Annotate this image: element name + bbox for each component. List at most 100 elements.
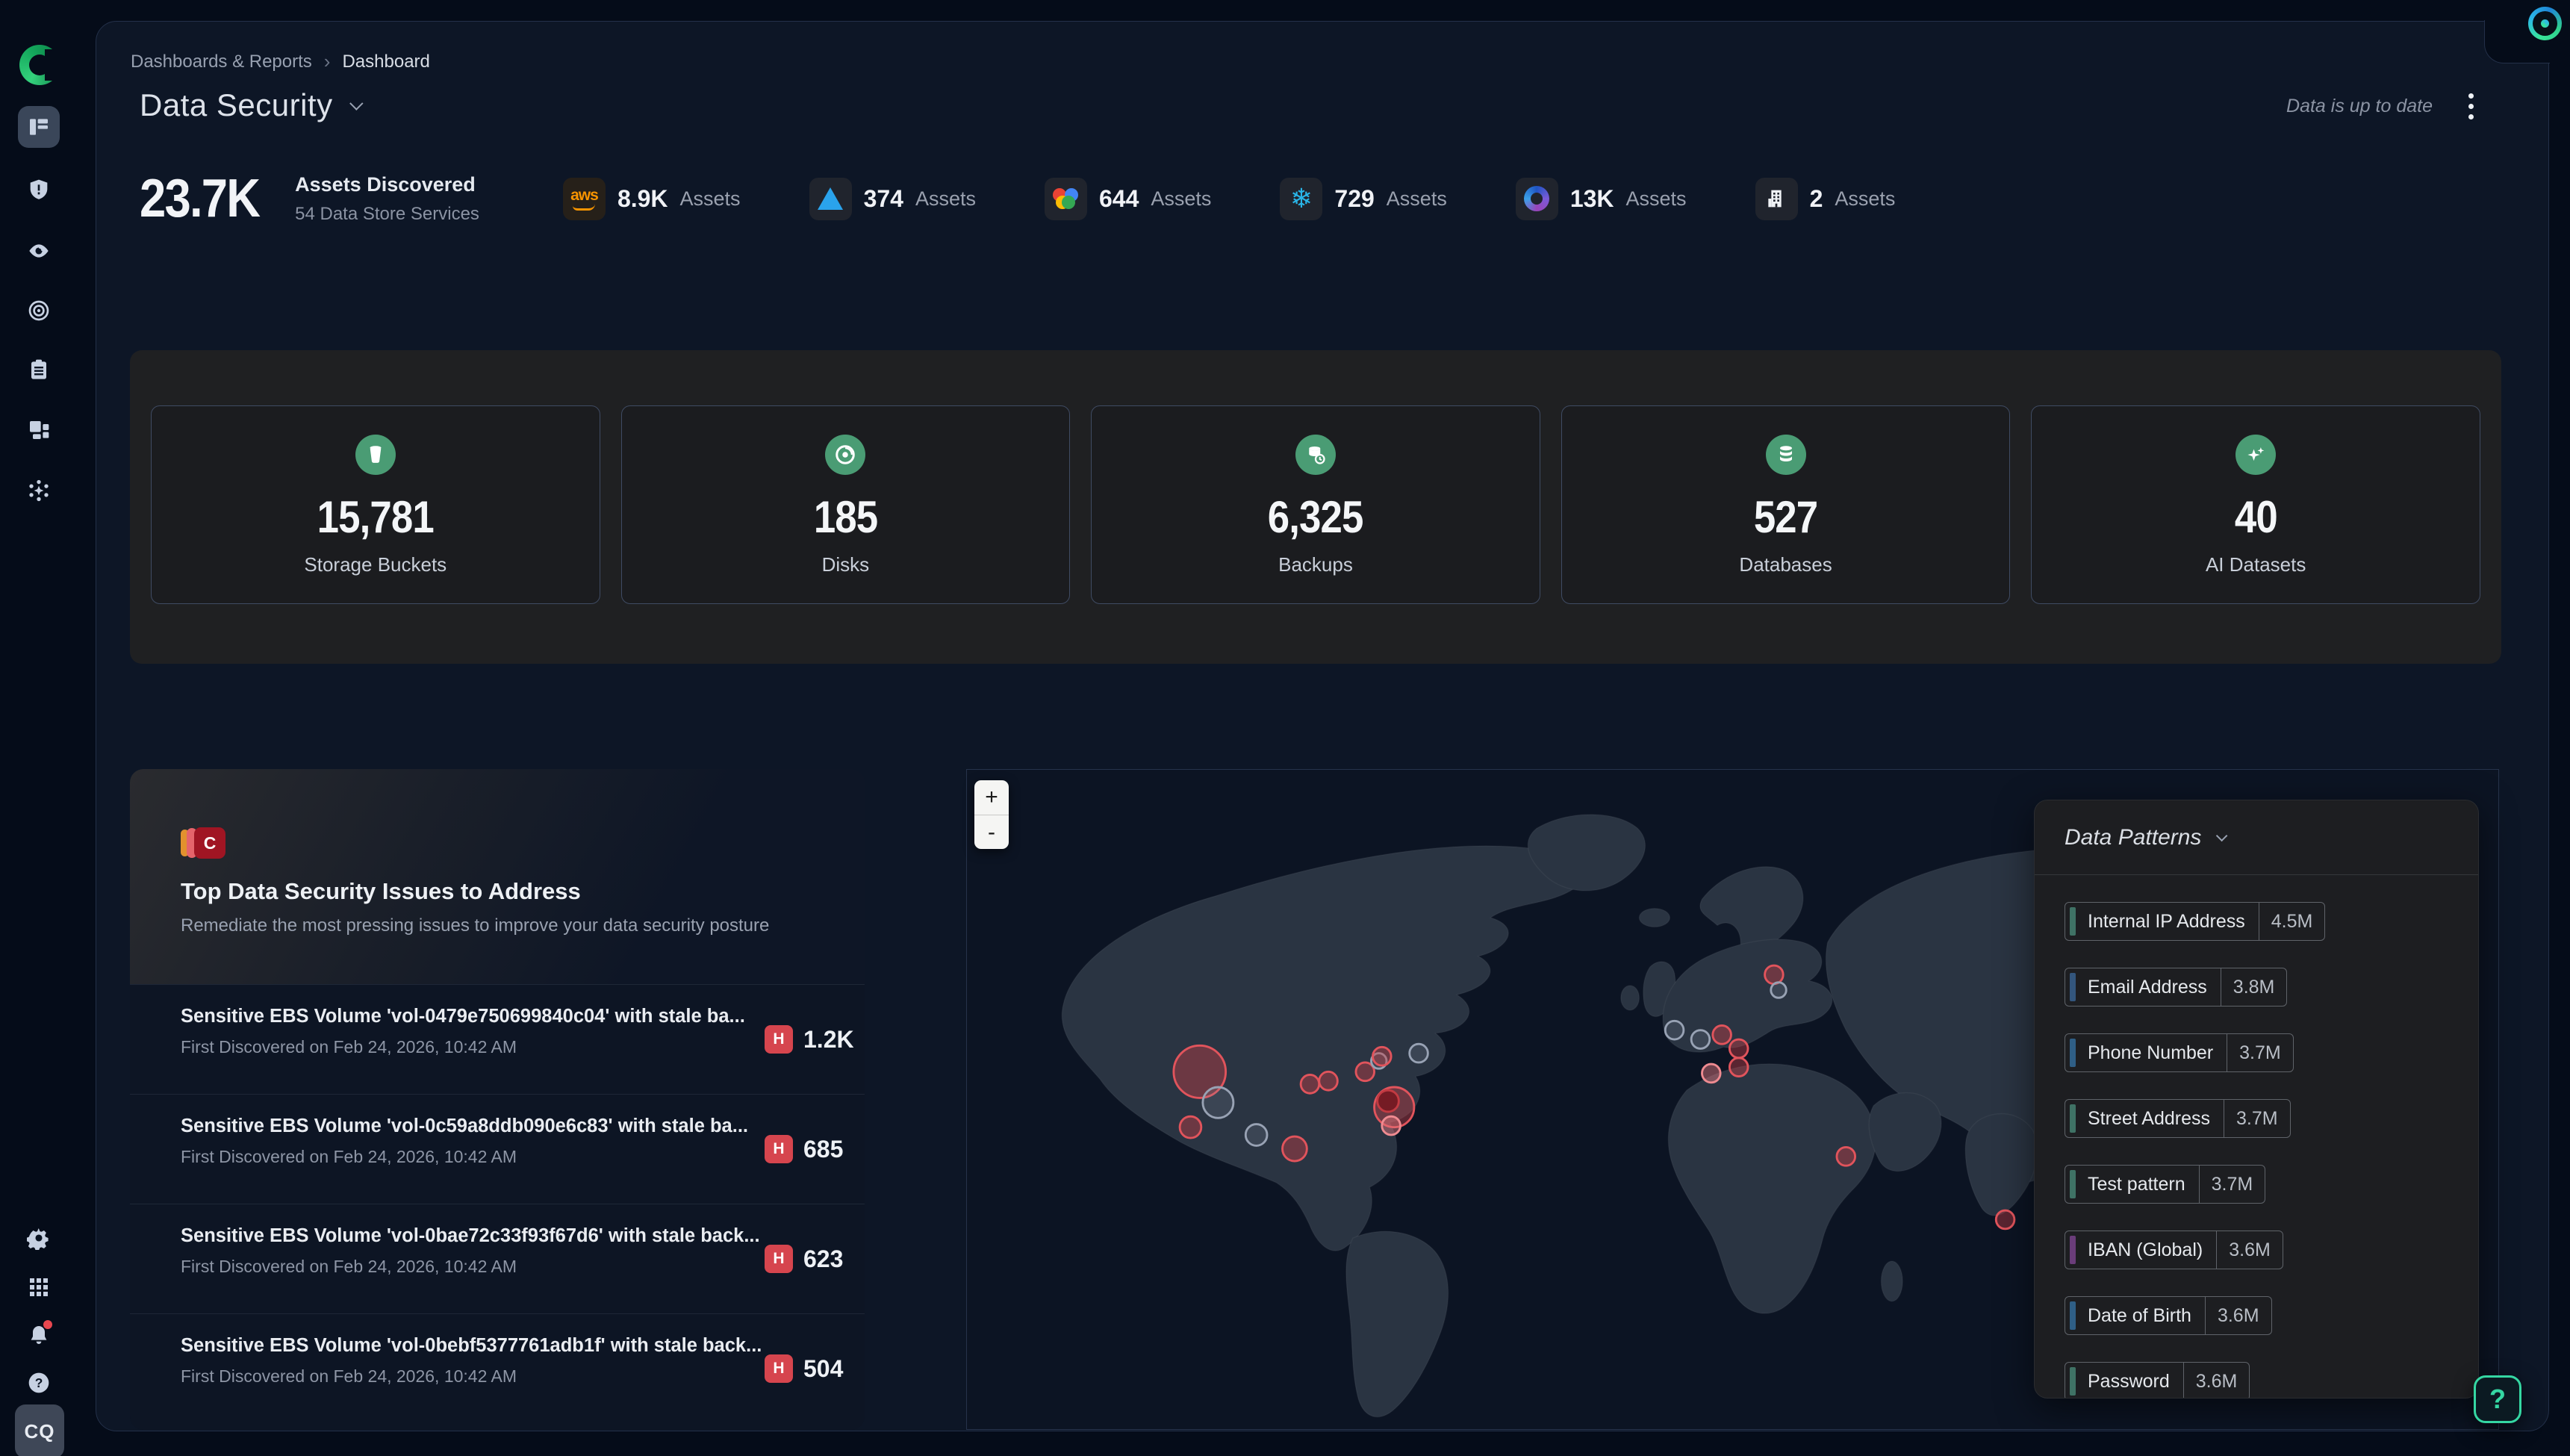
asset-stats-band: 15,781 Storage Buckets 185 Disks <box>130 350 2501 664</box>
sidebar-item-ai[interactable] <box>18 470 60 511</box>
aws-icon: aws <box>563 178 606 220</box>
stat-card-disks[interactable]: 185 Disks <box>621 405 1071 604</box>
map-bubble[interactable] <box>1691 1030 1710 1049</box>
data-freshness-status: Data is up to date <box>2286 96 2433 117</box>
map-bubble[interactable] <box>1378 1090 1399 1112</box>
map-bubble[interactable] <box>1765 965 1784 984</box>
issue-row[interactable]: Sensitive EBS Volume 'vol-0bebf5377761ad… <box>130 1313 865 1423</box>
provider-stat-azure: 374 Assets <box>809 178 976 220</box>
recording-indicator-icon <box>2528 7 2562 40</box>
sidebar-item-apps[interactable] <box>18 1266 60 1308</box>
map-bubble[interactable] <box>1713 1025 1732 1044</box>
assets-total: 23.7K <box>140 168 259 229</box>
map-zoom-controls: + - <box>974 780 1009 849</box>
map-bubble[interactable] <box>1180 1116 1201 1138</box>
ai-sparkle-icon <box>2235 435 2276 475</box>
stat-card-databases[interactable]: 527 Databases <box>1561 405 2011 604</box>
issue-count: 623 <box>803 1245 843 1273</box>
kebab-menu-icon[interactable] <box>2465 90 2477 122</box>
map-bubble[interactable] <box>1245 1124 1267 1146</box>
provider-stat-google-cloud: 644 Assets <box>1045 178 1211 220</box>
map-bubble[interactable] <box>1729 1058 1748 1077</box>
stat-card-ai-datasets[interactable]: 40 AI Datasets <box>2031 405 2480 604</box>
data-pattern-chip[interactable]: Internal IP Address 4.5M <box>2065 902 2325 941</box>
snowflake-icon: ❄ <box>1280 178 1322 220</box>
sidebar-item-help[interactable]: ? <box>18 1362 60 1404</box>
data-pattern-chip[interactable]: Phone Number 3.7M <box>2065 1033 2294 1072</box>
sidebar-item-dashboards[interactable] <box>18 106 60 148</box>
map-bubble[interactable] <box>1382 1116 1401 1135</box>
issues-title: Top Data Security Issues to Address <box>181 878 865 905</box>
sidebar-item-issues[interactable] <box>18 169 60 211</box>
map-bubble[interactable] <box>1373 1047 1392 1065</box>
grid-icon <box>27 1275 51 1299</box>
help-button[interactable]: ? <box>2474 1375 2521 1423</box>
dashboard-icon <box>27 115 51 139</box>
blocks-icon <box>27 418 51 442</box>
shield-alert-icon <box>27 178 51 202</box>
sidebar-item-inventory[interactable] <box>18 409 60 451</box>
map-bubble[interactable] <box>1729 1039 1748 1058</box>
data-pattern-chip[interactable]: Password 3.6M <box>2065 1362 2250 1399</box>
chevron-down-icon <box>2216 830 2228 842</box>
account-avatar[interactable]: CQ <box>15 1404 64 1456</box>
dashboard-selector[interactable]: Data Security <box>140 87 359 123</box>
map-bubble[interactable] <box>1996 1210 2014 1229</box>
issue-row[interactable]: Sensitive EBS Volume 'vol-0479e750699840… <box>130 984 865 1094</box>
map-bubble[interactable] <box>1771 983 1787 998</box>
stat-card-backups[interactable]: 6,325 Backups <box>1091 405 1540 604</box>
sidebar-item-discovery[interactable] <box>18 230 60 272</box>
issue-count: 685 <box>803 1136 843 1163</box>
map-bubble[interactable] <box>1410 1044 1428 1063</box>
data-pattern-chip[interactable]: Street Address 3.7M <box>2065 1099 2291 1138</box>
severity-badge: H <box>765 1354 793 1383</box>
map-bubble[interactable] <box>1319 1071 1338 1090</box>
storage-bucket-icon <box>355 435 396 475</box>
map-bubble[interactable] <box>1301 1074 1319 1093</box>
breadcrumb-separator-icon: › <box>324 50 331 73</box>
zoom-out-button[interactable]: - <box>974 815 1009 849</box>
target-icon <box>27 299 51 323</box>
map-bubble[interactable] <box>1203 1087 1233 1118</box>
map-bubble[interactable] <box>1665 1021 1684 1039</box>
data-patterns-panel: Data Patterns Internal IP Address 4.5M E… <box>2034 800 2479 1399</box>
sidebar-item-notifications[interactable] <box>18 1314 60 1356</box>
issues-subtitle: Remediate the most pressing issues to im… <box>181 915 865 936</box>
data-pattern-chip[interactable]: Date of Birth 3.6M <box>2065 1296 2272 1335</box>
clipboard-list-icon <box>27 358 51 382</box>
breadcrumb-dashboard[interactable]: Dashboard <box>342 52 429 72</box>
issue-row[interactable]: Sensitive EBS Volume 'vol-0c59a8ddb090e6… <box>130 1094 865 1204</box>
data-pattern-chip[interactable]: IBAN (Global) 3.6M <box>2065 1231 2283 1269</box>
chevron-down-icon <box>349 96 363 110</box>
data-pattern-chip[interactable]: Test pattern 3.7M <box>2065 1165 2265 1204</box>
map-bubble[interactable] <box>1283 1136 1307 1161</box>
data-pattern-chip[interactable]: Email Address 3.8M <box>2065 968 2287 1007</box>
sidebar-item-settings[interactable] <box>18 1217 60 1259</box>
molecule-icon <box>27 479 51 503</box>
data-patterns-header[interactable]: Data Patterns <box>2035 800 2478 875</box>
assets-total-label: Assets Discovered <box>295 173 479 196</box>
cyera-logo-icon[interactable] <box>19 45 60 85</box>
svg-text:?: ? <box>35 1375 43 1390</box>
question-circle-icon: ? <box>27 1371 51 1395</box>
google-cloud-icon <box>1045 178 1087 220</box>
zoom-in-button[interactable]: + <box>974 780 1009 815</box>
provider-stat-microsoft-365: 13K Assets <box>1516 178 1687 220</box>
severity-badge: H <box>765 1245 793 1273</box>
map-bubble[interactable] <box>1837 1147 1855 1166</box>
azure-icon <box>809 178 852 220</box>
breadcrumb-dashboards-reports[interactable]: Dashboards & Reports <box>131 52 312 72</box>
provider-stat-on-premises: 2 Assets <box>1755 178 1896 220</box>
issue-row[interactable]: Sensitive EBS Volume 'vol-0bae72c33f93f6… <box>130 1204 865 1313</box>
assets-summary: 23.7K Assets Discovered 54 Data Store Se… <box>140 168 1895 229</box>
sidebar-item-classification[interactable] <box>18 290 60 332</box>
microsoft-365-icon <box>1516 178 1558 220</box>
top-issues-panel: C Top Data Security Issues to Address Re… <box>130 769 865 1430</box>
map-bubble[interactable] <box>1702 1064 1720 1083</box>
provider-stat-snowflake: ❄ 729 Assets <box>1280 178 1446 220</box>
building-icon <box>1755 178 1798 220</box>
stat-card-storage-buckets[interactable]: 15,781 Storage Buckets <box>151 405 600 604</box>
assets-total-sub: 54 Data Store Services <box>295 204 479 225</box>
sidebar-item-reports[interactable] <box>18 349 60 391</box>
severity-badge: H <box>765 1135 793 1163</box>
